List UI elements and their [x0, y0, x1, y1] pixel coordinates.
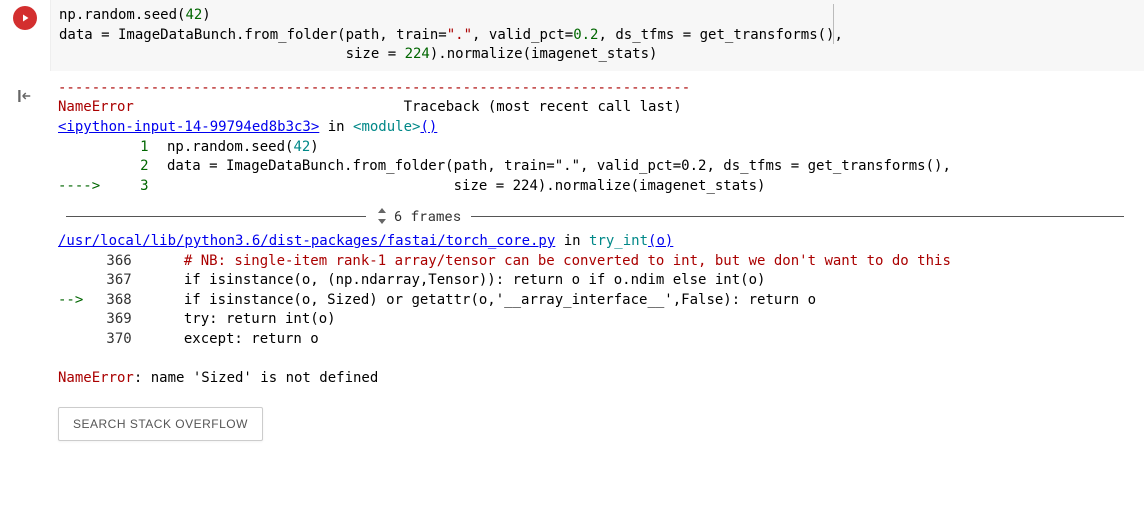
output-gutter: [0, 71, 50, 109]
output-area: ----------------------------------------…: [50, 71, 1144, 455]
run-cell-button[interactable]: [13, 6, 37, 30]
expand-collapse-icon: [376, 208, 388, 224]
cursor-caret: [833, 4, 834, 44]
traceback-location-1: <ipython-input-14-99794ed8b3c3> in <modu…: [58, 118, 1136, 138]
traceback-location-2: /usr/local/lib/python3.6/dist-packages/f…: [58, 232, 1136, 252]
traceback-src-line: 366 # NB: single-item rank-1 array/tenso…: [58, 252, 1136, 272]
frames-label: 6 frames: [376, 206, 461, 226]
code-cell-input-row: np.random.seed(42) data = ImageDataBunch…: [0, 0, 1144, 71]
traceback-file-link[interactable]: /usr/local/lib/python3.6/dist-packages/f…: [58, 233, 555, 249]
traceback-src-line: 1 np.random.seed(42): [58, 138, 1136, 158]
traceback-divider: ----------------------------------------…: [58, 79, 1136, 99]
traceback-final-error: NameError: name 'Sized' is not defined: [58, 369, 1136, 389]
frames-line-left: [66, 216, 366, 217]
traceback-src-line-current: ----> 3 size = 224).normalize(imagenet_s…: [58, 177, 1136, 197]
output-indicator-icon[interactable]: [16, 87, 34, 109]
code-input[interactable]: np.random.seed(42) data = ImageDataBunch…: [50, 0, 1144, 71]
traceback-src-line: 2 data = ImageDataBunch.from_folder(path…: [58, 157, 1136, 177]
search-stackoverflow-button[interactable]: SEARCH STACK OVERFLOW: [58, 407, 263, 441]
traceback-src-line: 369 try: return int(o): [58, 310, 1136, 330]
traceback-source-link[interactable]: <ipython-input-14-99794ed8b3c3>: [58, 119, 319, 135]
traceback-header: NameError Traceback (most recent call la…: [58, 98, 1136, 118]
traceback-src-line: 370 except: return o: [58, 330, 1136, 350]
code-line-2: data = ImageDataBunch.from_folder(path, …: [59, 26, 1136, 46]
traceback-src-line-current: --> 368 if isinstance(o, Sized) or getat…: [58, 291, 1136, 311]
traceback-src-line: 367 if isinstance(o, (np.ndarray,Tensor)…: [58, 271, 1136, 291]
code-line-1: np.random.seed(42): [59, 6, 1136, 26]
traceback-blank: [58, 350, 1136, 370]
frames-line-right: [471, 216, 1124, 217]
code-cell-output-row: ----------------------------------------…: [0, 71, 1144, 455]
frames-expander[interactable]: 6 frames: [58, 206, 1136, 226]
input-gutter: [0, 0, 50, 30]
play-icon: [19, 12, 31, 24]
code-line-3: size = 224).normalize(imagenet_stats): [59, 45, 1136, 65]
